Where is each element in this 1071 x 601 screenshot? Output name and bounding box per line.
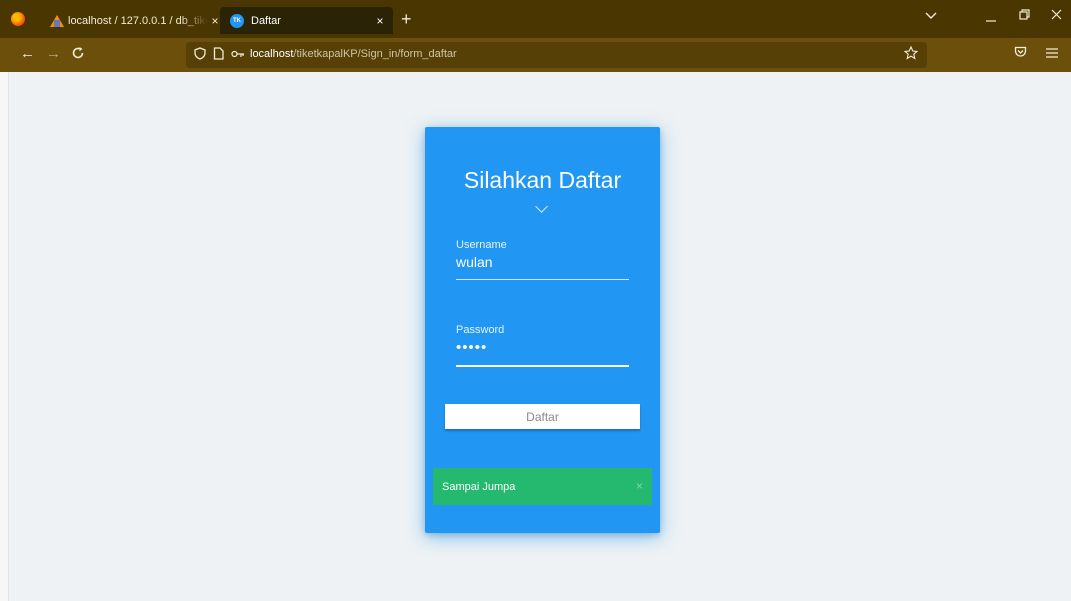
- password-underline: [456, 365, 629, 367]
- new-tab-button[interactable]: +: [401, 10, 412, 28]
- url-host: localhost: [250, 48, 294, 60]
- restore-icon[interactable]: [1019, 9, 1030, 23]
- register-card: Silahkan Daftar Username Password Daftar…: [425, 127, 660, 533]
- tab-title: Daftar: [251, 14, 281, 27]
- url-text[interactable]: localhost/tiketkapalKP/Sign_in/form_daft…: [250, 48, 457, 60]
- password-label: Password: [456, 324, 505, 336]
- page-icon[interactable]: [213, 47, 224, 64]
- browser-tab-bar: localhost / 127.0.0.1 / db_tiketkapal × …: [0, 0, 1071, 38]
- page-left-edge: [0, 72, 9, 601]
- daftar-button[interactable]: Daftar: [445, 404, 640, 429]
- password-field-group: Password: [456, 324, 629, 367]
- window-close-icon[interactable]: [1051, 9, 1062, 23]
- reload-icon[interactable]: [71, 46, 85, 64]
- tab-list-chevron-icon[interactable]: [925, 9, 937, 23]
- forward-arrow-icon[interactable]: →: [46, 46, 61, 62]
- bookmark-star-icon[interactable]: [903, 45, 919, 64]
- password-input[interactable]: [456, 336, 629, 365]
- chevron-down-icon: [535, 200, 548, 213]
- key-icon[interactable]: [231, 47, 245, 63]
- username-input[interactable]: [456, 251, 629, 279]
- back-arrow-icon[interactable]: ←: [20, 46, 35, 62]
- username-label: Username: [456, 239, 507, 251]
- firefox-logo-icon[interactable]: [11, 12, 25, 26]
- tab-title: localhost / 127.0.0.1 / db_tiketkapal: [68, 14, 208, 27]
- minimize-icon[interactable]: [986, 12, 997, 26]
- username-underline: [456, 279, 629, 280]
- tab-close-icon[interactable]: ×: [373, 14, 387, 28]
- url-path: /tiketkapalKP/Sign_in/form_daftar: [293, 48, 457, 60]
- tab-phpmyadmin[interactable]: localhost / 127.0.0.1 / db_tiketkapal ×: [42, 7, 222, 34]
- phpmyadmin-favicon-icon: [50, 14, 64, 27]
- alert-message: Sampai Jumpa: [442, 481, 516, 493]
- pocket-icon[interactable]: [1014, 46, 1027, 62]
- shield-icon[interactable]: [194, 47, 206, 64]
- hamburger-menu-icon[interactable]: [1046, 46, 1058, 62]
- address-bar[interactable]: localhost/tiketkapalKP/Sign_in/form_daft…: [186, 42, 927, 68]
- alert-close-icon[interactable]: ×: [636, 479, 643, 493]
- success-alert: Sampai Jumpa ×: [433, 468, 652, 505]
- username-field-group: Username: [456, 239, 629, 280]
- app-favicon-icon: TK: [230, 13, 244, 28]
- page-title: Silahkan Daftar: [463, 167, 622, 193]
- tab-daftar[interactable]: TK Daftar ×: [220, 7, 393, 34]
- browser-nav-bar: ← → localhost/tiketkapalKP/Sign_in/form_…: [0, 38, 1071, 72]
